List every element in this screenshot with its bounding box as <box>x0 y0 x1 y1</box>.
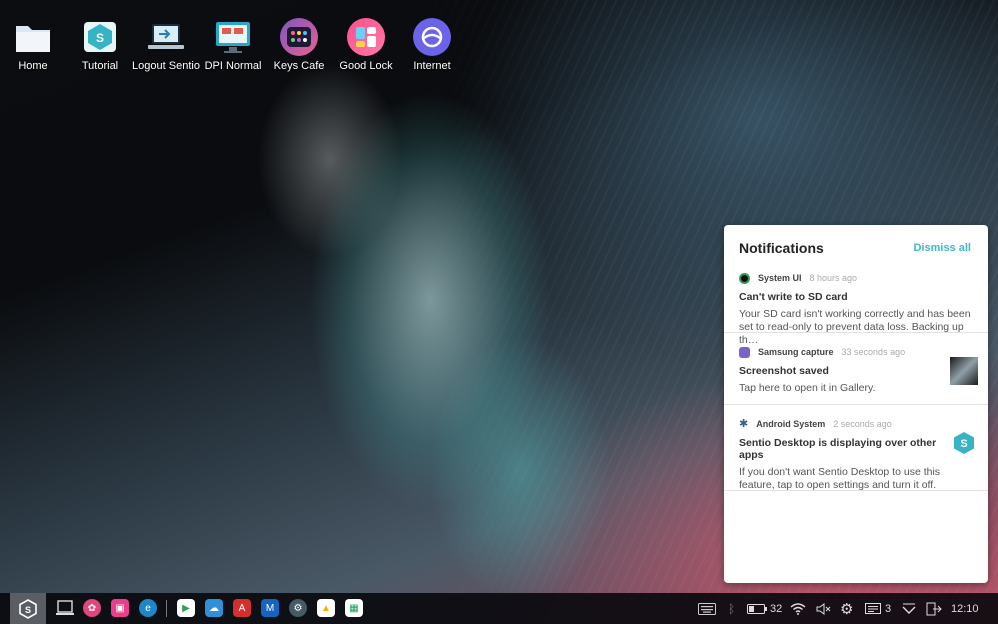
notification-title: Can't write to SD card <box>739 291 848 303</box>
sheets-icon[interactable]: ▦ <box>345 599 363 617</box>
notification-body: Tap here to open it in Gallery. <box>739 382 876 394</box>
mute-icon[interactable] <box>816 593 832 624</box>
desktop-icon-home[interactable]: Home <box>0 18 71 72</box>
drive-icon[interactable]: ▲ <box>317 599 335 617</box>
desktop-icon-label: Logout Sentio <box>132 60 200 72</box>
notification-time: 33 seconds ago <box>841 347 906 357</box>
svg-text:S: S <box>96 31 104 45</box>
keys-cafe-icon <box>280 18 318 56</box>
notifications-panel: Notifications Dismiss all System UI 8 ho… <box>724 225 988 583</box>
folder-icon <box>14 18 52 56</box>
desktop-icon-label: DPI Normal <box>204 60 262 72</box>
screenshot-thumbnail <box>950 357 978 385</box>
desktop-icon-internet[interactable]: Internet <box>394 18 470 72</box>
edge-icon[interactable]: e <box>139 599 157 617</box>
settings-gear-icon[interactable]: ⚙ <box>289 599 307 617</box>
desktop-icon-keys-cafe[interactable]: Keys Cafe <box>261 18 337 72</box>
wifi-icon[interactable] <box>790 593 806 624</box>
notification-app: Samsung capture <box>758 347 834 357</box>
samsung-capture-icon <box>739 346 750 358</box>
notification-meta: System UI 8 hours ago <box>739 269 973 285</box>
notifications-title: Notifications <box>739 240 824 256</box>
notification-sentio-overlay[interactable]: ✱ Android System 2 seconds ago Sentio De… <box>724 405 988 491</box>
notification-time: 8 hours ago <box>809 273 858 283</box>
taskbar: S ✿ ▣ e ▶ ☁ A M ⚙ ▲ ▦ ᛒ 32 ⚙ 3 12:10 <box>0 593 998 624</box>
messages-indicator[interactable]: 3 <box>865 593 891 624</box>
desktop-icon-label: Tutorial <box>81 60 119 72</box>
notification-app: System UI <box>758 273 802 283</box>
desktop-icon-logout-sentio[interactable]: Logout Sentio <box>128 18 204 72</box>
start-menu-button[interactable]: S <box>10 593 46 624</box>
clock[interactable]: 12:10 <box>951 593 979 624</box>
notifications-header: Notifications Dismiss all <box>724 225 988 269</box>
desktop-icon-label: Keys Cafe <box>273 60 325 72</box>
keyboard-icon[interactable] <box>698 593 716 624</box>
exit-desktop-icon[interactable] <box>926 593 942 624</box>
logout-laptop-icon <box>147 18 185 56</box>
message-icon <box>865 602 881 614</box>
overview-icon[interactable] <box>56 599 74 617</box>
desktop-icon-label: Internet <box>413 60 451 72</box>
message-count: 3 <box>885 602 892 615</box>
desktop-icon-tutorial[interactable]: S Tutorial <box>62 18 138 72</box>
notification-screenshot[interactable]: Samsung capture 33 seconds ago Screensho… <box>724 333 988 405</box>
notification-meta: Samsung capture 33 seconds ago <box>739 343 973 359</box>
notification-meta: ✱ Android System 2 seconds ago <box>739 415 973 431</box>
svg-text:S: S <box>960 438 967 450</box>
notification-sd-card[interactable]: System UI 8 hours ago Can't write to SD … <box>724 269 988 346</box>
system-ui-icon <box>739 272 750 284</box>
galaxy-store-icon[interactable]: ▣ <box>111 599 129 617</box>
desktop-icon-good-lock[interactable]: Good Lock <box>328 18 404 72</box>
sentio-book-icon: S <box>81 18 119 56</box>
desktop-icon-dpi-normal[interactable]: DPI Normal <box>195 18 271 72</box>
maps-m-icon[interactable]: M <box>261 599 279 617</box>
dpi-monitor-icon <box>214 18 252 56</box>
acrobat-icon[interactable]: A <box>233 599 251 617</box>
dismiss-all-button[interactable]: Dismiss all <box>914 242 971 254</box>
bluetooth-icon[interactable]: ᛒ <box>728 593 735 624</box>
sentio-start-icon: S <box>19 598 37 619</box>
internet-icon <box>413 18 451 56</box>
desktop-icon-label: Home <box>18 60 48 72</box>
settings-icon[interactable]: ⚙ <box>840 593 853 624</box>
svg-text:S: S <box>25 605 31 615</box>
sentio-logo-icon: S <box>952 431 976 460</box>
blossom-app-icon[interactable]: ✿ <box>83 599 101 617</box>
notification-title: Sentio Desktop is displaying over other … <box>739 437 937 461</box>
taskbar-divider <box>166 600 167 617</box>
notification-body: If you don't want Sentio Desktop to use … <box>739 466 941 491</box>
good-lock-icon <box>347 18 385 56</box>
battery-indicator[interactable]: 32 <box>747 593 782 624</box>
android-system-icon: ✱ <box>739 418 749 430</box>
notification-title: Screenshot saved <box>739 365 829 377</box>
cloud-icon[interactable]: ☁ <box>205 599 223 617</box>
notification-time: 2 seconds ago <box>833 419 892 429</box>
desktop-icon-label: Good Lock <box>339 60 393 72</box>
notification-app: Android System <box>756 419 826 429</box>
play-store-icon[interactable]: ▶ <box>177 599 195 617</box>
battery-icon <box>747 603 767 614</box>
notification-chevron-icon[interactable] <box>902 593 916 624</box>
battery-level: 32 <box>770 602 783 615</box>
